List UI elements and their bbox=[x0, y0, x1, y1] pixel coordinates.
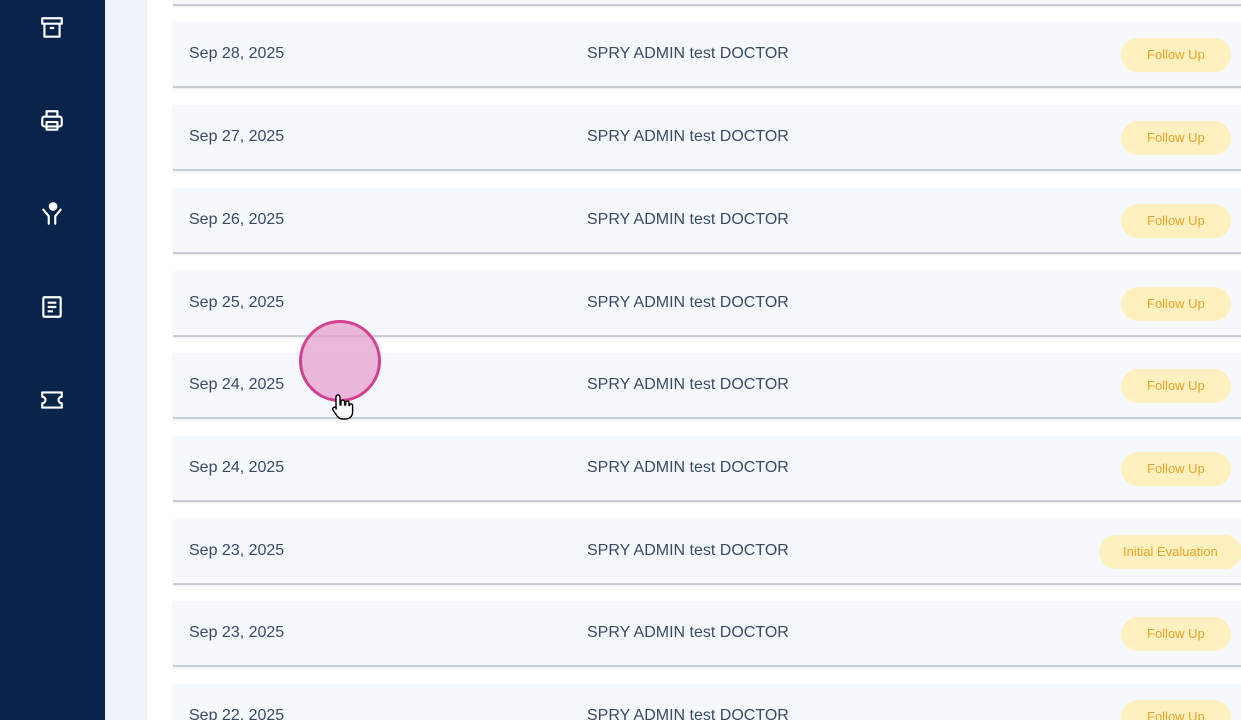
document-icon[interactable] bbox=[36, 291, 68, 323]
visit-provider: SPRY ADMIN test DOCTOR bbox=[587, 294, 789, 311]
visit-provider: SPRY ADMIN test DOCTOR bbox=[587, 542, 789, 559]
visit-date: Sep 24, 2025 bbox=[189, 376, 285, 393]
visit-date: Sep 22, 2025 bbox=[189, 707, 285, 720]
visit-row[interactable]: Sep 22, 2025 SPRY ADMIN test DOCTOR Foll… bbox=[173, 684, 1241, 720]
visit-row[interactable]: Sep 24, 2025 SPRY ADMIN test DOCTOR Foll… bbox=[173, 353, 1241, 419]
visit-date: Sep 23, 2025 bbox=[189, 624, 285, 641]
sidebar bbox=[0, 0, 105, 720]
visit-date: Sep 25, 2025 bbox=[189, 294, 285, 311]
visit-provider: SPRY ADMIN test DOCTOR bbox=[587, 624, 789, 641]
visit-row[interactable] bbox=[173, 0, 1241, 6]
visit-row[interactable]: Sep 27, 2025 SPRY ADMIN test DOCTOR Foll… bbox=[173, 105, 1241, 171]
visit-provider: SPRY ADMIN test DOCTOR bbox=[587, 459, 789, 476]
visit-provider: SPRY ADMIN test DOCTOR bbox=[587, 707, 789, 720]
visit-row[interactable]: Sep 28, 2025 SPRY ADMIN test DOCTOR Foll… bbox=[173, 22, 1241, 88]
visit-provider: SPRY ADMIN test DOCTOR bbox=[587, 211, 789, 228]
visit-date: Sep 23, 2025 bbox=[189, 542, 285, 559]
visit-type-badge: Follow Up bbox=[1121, 121, 1231, 155]
patient-icon[interactable] bbox=[36, 198, 68, 230]
visit-type-badge: Follow Up bbox=[1121, 369, 1231, 403]
visit-type-badge: Follow Up bbox=[1121, 700, 1231, 720]
visit-provider: SPRY ADMIN test DOCTOR bbox=[587, 376, 789, 393]
visit-row[interactable]: Sep 23, 2025 SPRY ADMIN test DOCTOR Init… bbox=[173, 519, 1241, 585]
visit-type-badge: Follow Up bbox=[1121, 287, 1231, 321]
printer-icon[interactable] bbox=[36, 105, 68, 137]
visit-row[interactable]: Sep 23, 2025 SPRY ADMIN test DOCTOR Foll… bbox=[173, 601, 1241, 667]
archive-icon[interactable] bbox=[36, 12, 68, 44]
visit-provider: SPRY ADMIN test DOCTOR bbox=[587, 128, 789, 145]
visit-type-badge: Follow Up bbox=[1121, 38, 1231, 72]
ticket-icon[interactable] bbox=[36, 384, 68, 416]
visit-type-badge: Follow Up bbox=[1121, 452, 1231, 486]
visit-date: Sep 27, 2025 bbox=[189, 128, 285, 145]
visit-type-badge: Follow Up bbox=[1121, 617, 1231, 651]
visit-type-badge: Initial Evaluation bbox=[1099, 535, 1241, 569]
visit-list: Sep 28, 2025 SPRY ADMIN test DOCTOR Foll… bbox=[147, 0, 1241, 720]
visit-row[interactable]: Sep 25, 2025 SPRY ADMIN test DOCTOR Foll… bbox=[173, 271, 1241, 337]
content-gutter bbox=[105, 0, 147, 720]
visit-row[interactable]: Sep 24, 2025 SPRY ADMIN test DOCTOR Foll… bbox=[173, 436, 1241, 502]
visit-date: Sep 26, 2025 bbox=[189, 211, 285, 228]
visit-date: Sep 28, 2025 bbox=[189, 45, 285, 62]
visit-type-badge: Follow Up bbox=[1121, 204, 1231, 238]
visit-provider: SPRY ADMIN test DOCTOR bbox=[587, 45, 789, 62]
visit-date: Sep 24, 2025 bbox=[189, 459, 285, 476]
visit-row[interactable]: Sep 26, 2025 SPRY ADMIN test DOCTOR Foll… bbox=[173, 188, 1241, 254]
